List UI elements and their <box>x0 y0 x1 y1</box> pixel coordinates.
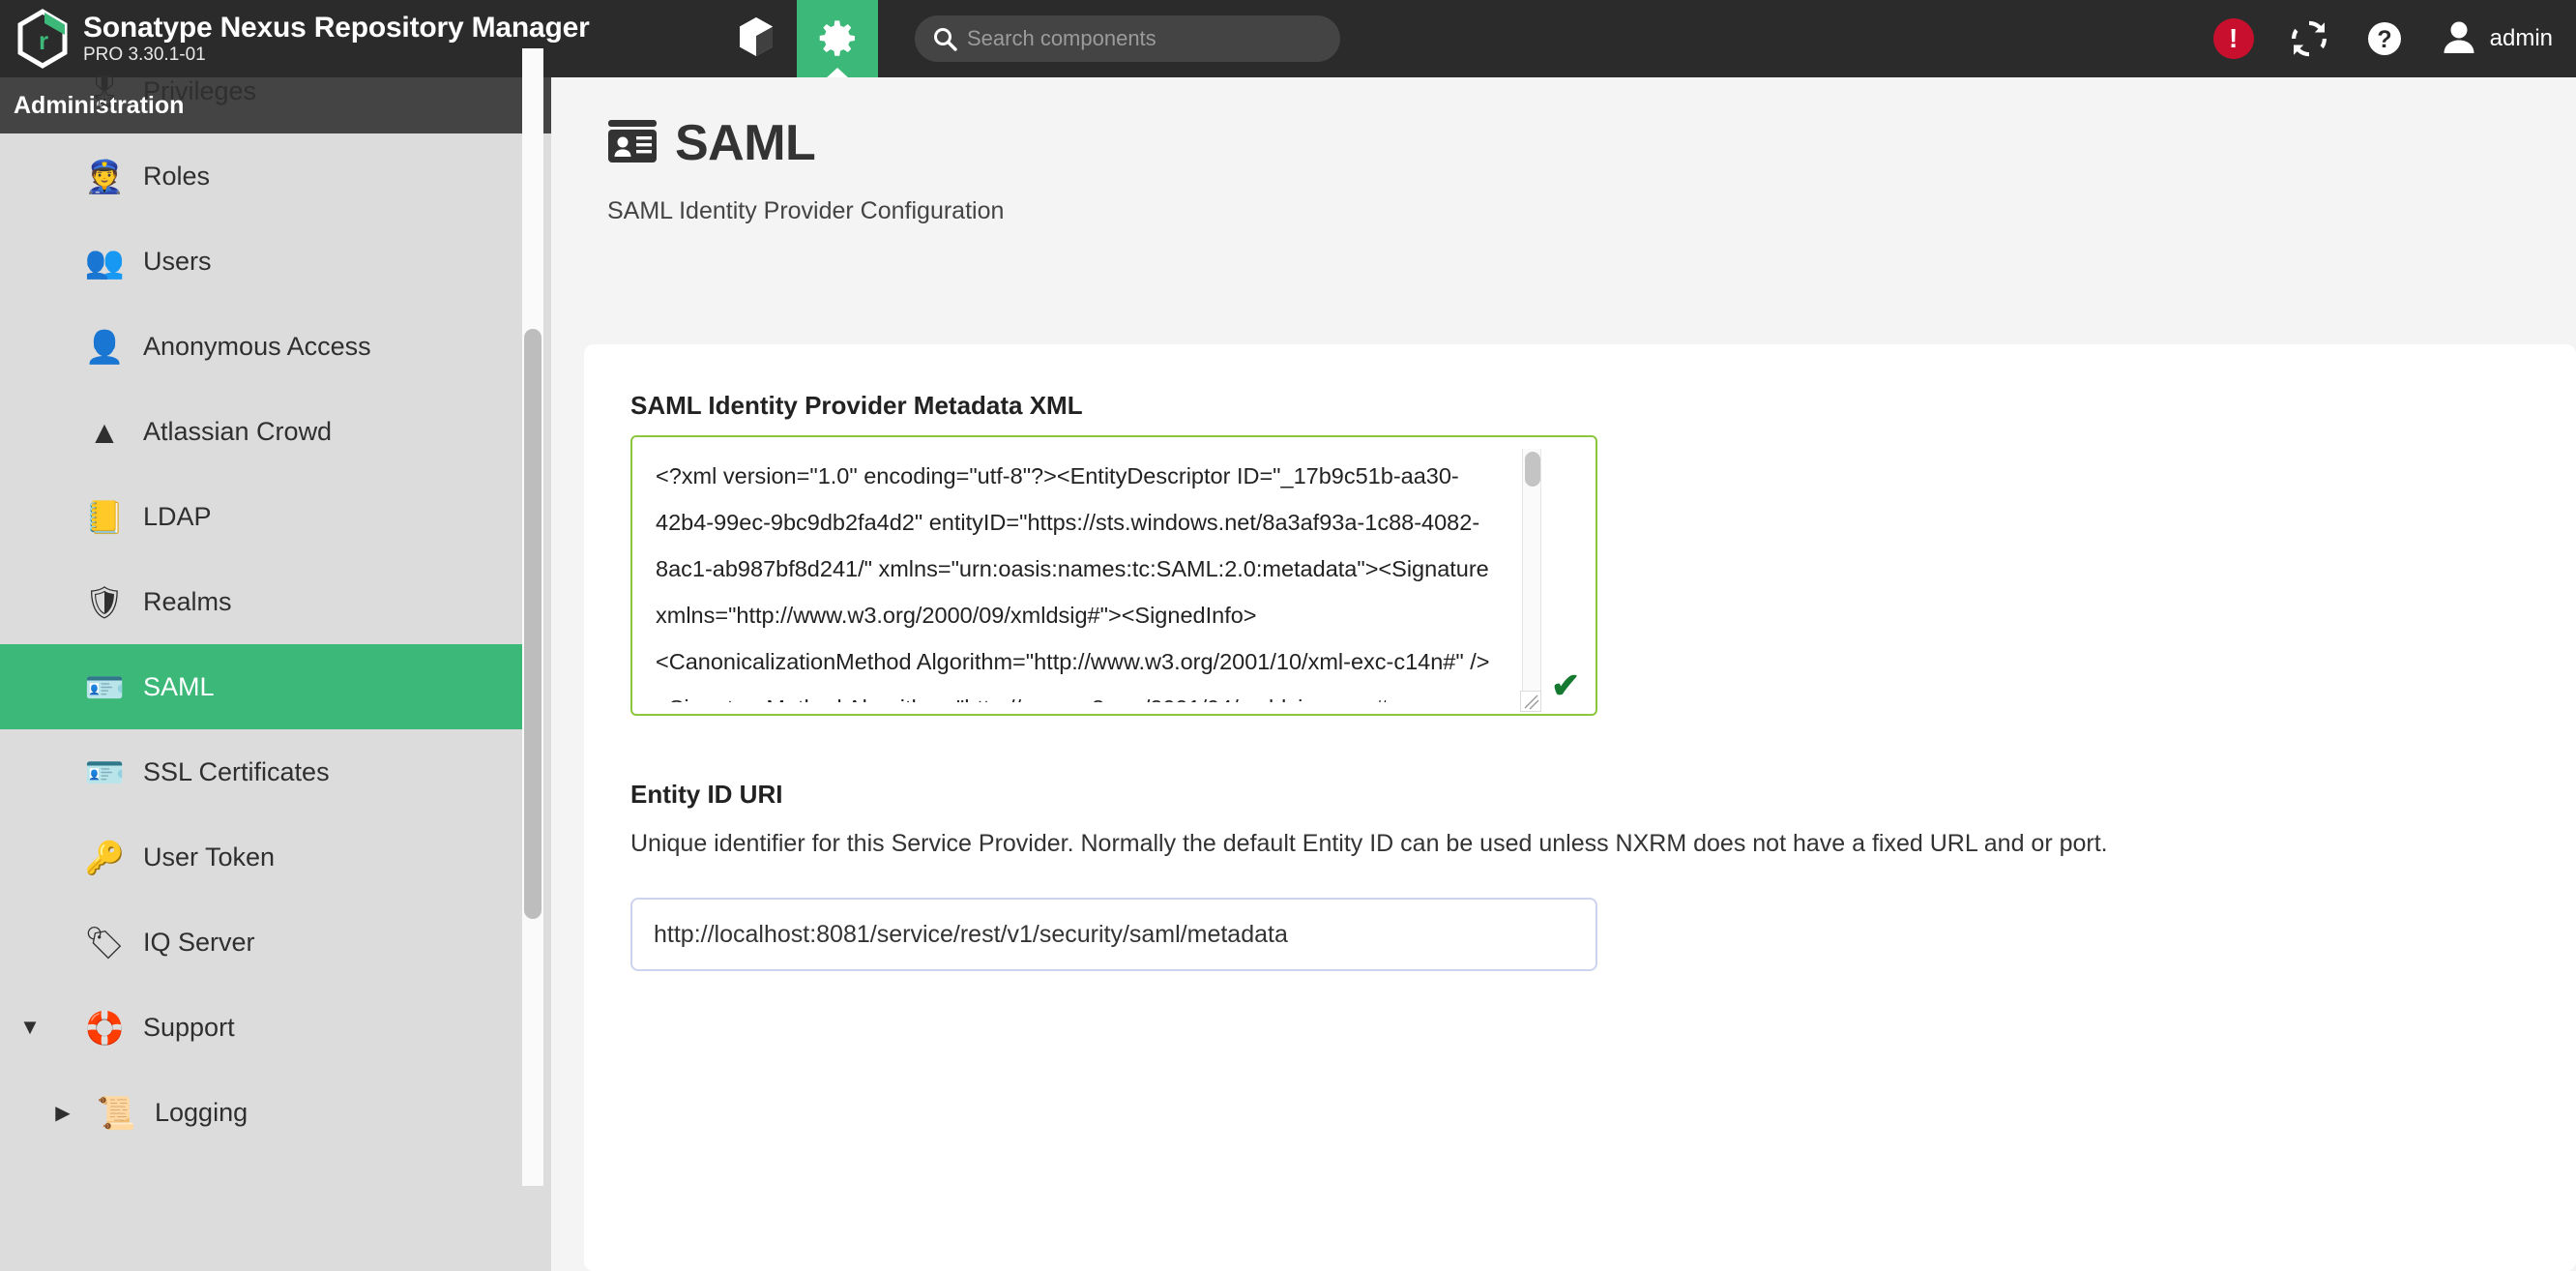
sidebar-item-label: SSL Certificates <box>143 757 330 787</box>
nav-browse-button[interactable] <box>716 0 797 77</box>
sidebar-item-logging[interactable]: ▶ 📜 Logging <box>0 1070 551 1155</box>
sidebar-item-anonymous-access[interactable]: 👤 Anonymous Access <box>0 304 551 389</box>
sidebar-item-user-token[interactable]: 🔑 User Token <box>0 814 551 900</box>
entity-id-label: Entity ID URI <box>630 780 782 810</box>
textarea-resize-handle[interactable] <box>1520 691 1541 712</box>
medal-icon: 🎖 <box>83 70 126 112</box>
sidebar-item-list: 🎖 Privileges 👮 Roles 👥 Users 👤 Anonymous Access… <box>0 48 551 1186</box>
sidebar-item-saml[interactable]: 🪪 SAML <box>0 644 522 729</box>
iq-server-icon: 🏷 <box>83 921 126 963</box>
metadata-xml-field: <?xml version="1.0" encoding="utf-8"?><E… <box>630 435 1597 716</box>
page-subtitle: SAML Identity Provider Configuration <box>607 197 2576 225</box>
search-box[interactable] <box>915 15 1340 62</box>
sidebar: Administration 🎖Privileges👮Roles👥Users👤A… <box>0 77 551 1271</box>
sidebar-item-label: Atlassian Crowd <box>143 417 332 447</box>
main-content: SAML SAML Identity Provider Configuratio… <box>551 77 2576 1271</box>
username-label: admin <box>2490 25 2553 52</box>
search-input[interactable] <box>967 26 1323 51</box>
sidebar-item-support[interactable]: ▼ 🛟 Support <box>0 985 551 1070</box>
key-icon: 🔑 <box>83 836 126 878</box>
sidebar-item-users[interactable]: 👥 Users <box>0 219 551 304</box>
chevron-right-icon[interactable]: ▶ <box>50 1100 75 1125</box>
metadata-xml-textarea[interactable]: <?xml version="1.0" encoding="utf-8"?><E… <box>630 435 1597 716</box>
user-menu[interactable]: admin <box>2440 17 2553 61</box>
sidebar-item-atlassian-crowd[interactable]: ▲ Atlassian Crowd <box>0 389 551 474</box>
top-nav <box>716 0 878 77</box>
sidebar-item-realms[interactable]: 🛡 Realms <box>0 559 551 644</box>
help-circle-icon[interactable]: ? <box>2364 18 2405 59</box>
chevron-down-icon[interactable]: ▼ <box>17 1015 43 1040</box>
textarea-scrollbar-thumb[interactable] <box>1525 452 1540 487</box>
svg-text:?: ? <box>2377 26 2391 53</box>
brand-title: Sonatype Nexus Repository Manager <box>83 13 590 44</box>
lifebuoy-icon: 🛟 <box>83 1006 126 1049</box>
id-card-icon <box>607 119 658 168</box>
sidebar-item-label: Roles <box>143 162 210 192</box>
sidebar-item-ldap[interactable]: 📒 LDAP <box>0 474 551 559</box>
users-icon: 👥 <box>83 240 126 282</box>
sidebar-item-label: Privileges <box>143 76 256 106</box>
sidebar-item-label: LDAP <box>143 502 212 532</box>
sidebar-item-label: SAML <box>143 672 215 702</box>
sidebar-item-label: Users <box>143 247 212 277</box>
gear-icon <box>816 15 859 63</box>
sidebar-item-iq-server[interactable]: 🏷 IQ Server <box>0 900 551 985</box>
saml-config-panel: SAML Identity Provider Metadata XML <?xm… <box>584 344 2576 1271</box>
sidebar-item-ssl-certificates[interactable]: 🪪 SSL Certificates <box>0 729 551 814</box>
sidebar-item-label: Logging <box>155 1098 248 1128</box>
checkmark-icon: ✔ <box>1551 669 1584 702</box>
shield-icon: 🛡 <box>83 580 126 623</box>
scroll-icon: 📜 <box>95 1091 137 1134</box>
search-icon <box>932 26 957 51</box>
application-window: r Sonatype Nexus Repository Manager PRO … <box>0 0 2576 1271</box>
sidebar-item-label: Anonymous Access <box>143 332 371 362</box>
user-avatar-icon <box>2440 17 2478 61</box>
sidebar-scrollbar-thumb[interactable] <box>524 329 542 919</box>
person-icon: 👤 <box>83 325 126 368</box>
sidebar-item-roles[interactable]: 👮 Roles <box>0 133 551 219</box>
address-book-icon: 📒 <box>83 495 126 538</box>
sidebar-item-privileges[interactable]: 🎖 Privileges <box>0 48 551 133</box>
atlassian-icon: ▲ <box>83 410 126 453</box>
refresh-icon[interactable] <box>2289 18 2329 59</box>
id-card-icon: 🪪 <box>83 665 126 708</box>
cube-icon <box>737 15 776 63</box>
sidebar-item-label: User Token <box>143 842 275 872</box>
sidebar-scrollbar[interactable] <box>522 48 543 1186</box>
textarea-scrollbar[interactable] <box>1522 449 1541 704</box>
top-right-actions: ! ? <box>2213 0 2553 77</box>
sidebar-item-label: Realms <box>143 587 232 617</box>
sidebar-item-label: IQ Server <box>143 928 255 958</box>
police-officer-icon: 👮 <box>83 155 126 197</box>
sidebar-item-label: Support <box>143 1013 235 1043</box>
alert-circle-icon[interactable]: ! <box>2213 18 2254 59</box>
page-title: SAML <box>675 114 815 172</box>
page-header: SAML SAML Identity Provider Configuratio… <box>551 77 2576 225</box>
entity-id-input[interactable] <box>630 898 1597 971</box>
metadata-xml-value: <?xml version="1.0" encoding="utf-8"?><E… <box>656 453 1505 702</box>
certificate-icon: 🪪 <box>83 751 126 793</box>
nav-administration-button[interactable] <box>797 0 878 77</box>
metadata-xml-label: SAML Identity Provider Metadata XML <box>630 391 1083 421</box>
entity-id-help-text: Unique identifier for this Service Provi… <box>630 830 2108 858</box>
